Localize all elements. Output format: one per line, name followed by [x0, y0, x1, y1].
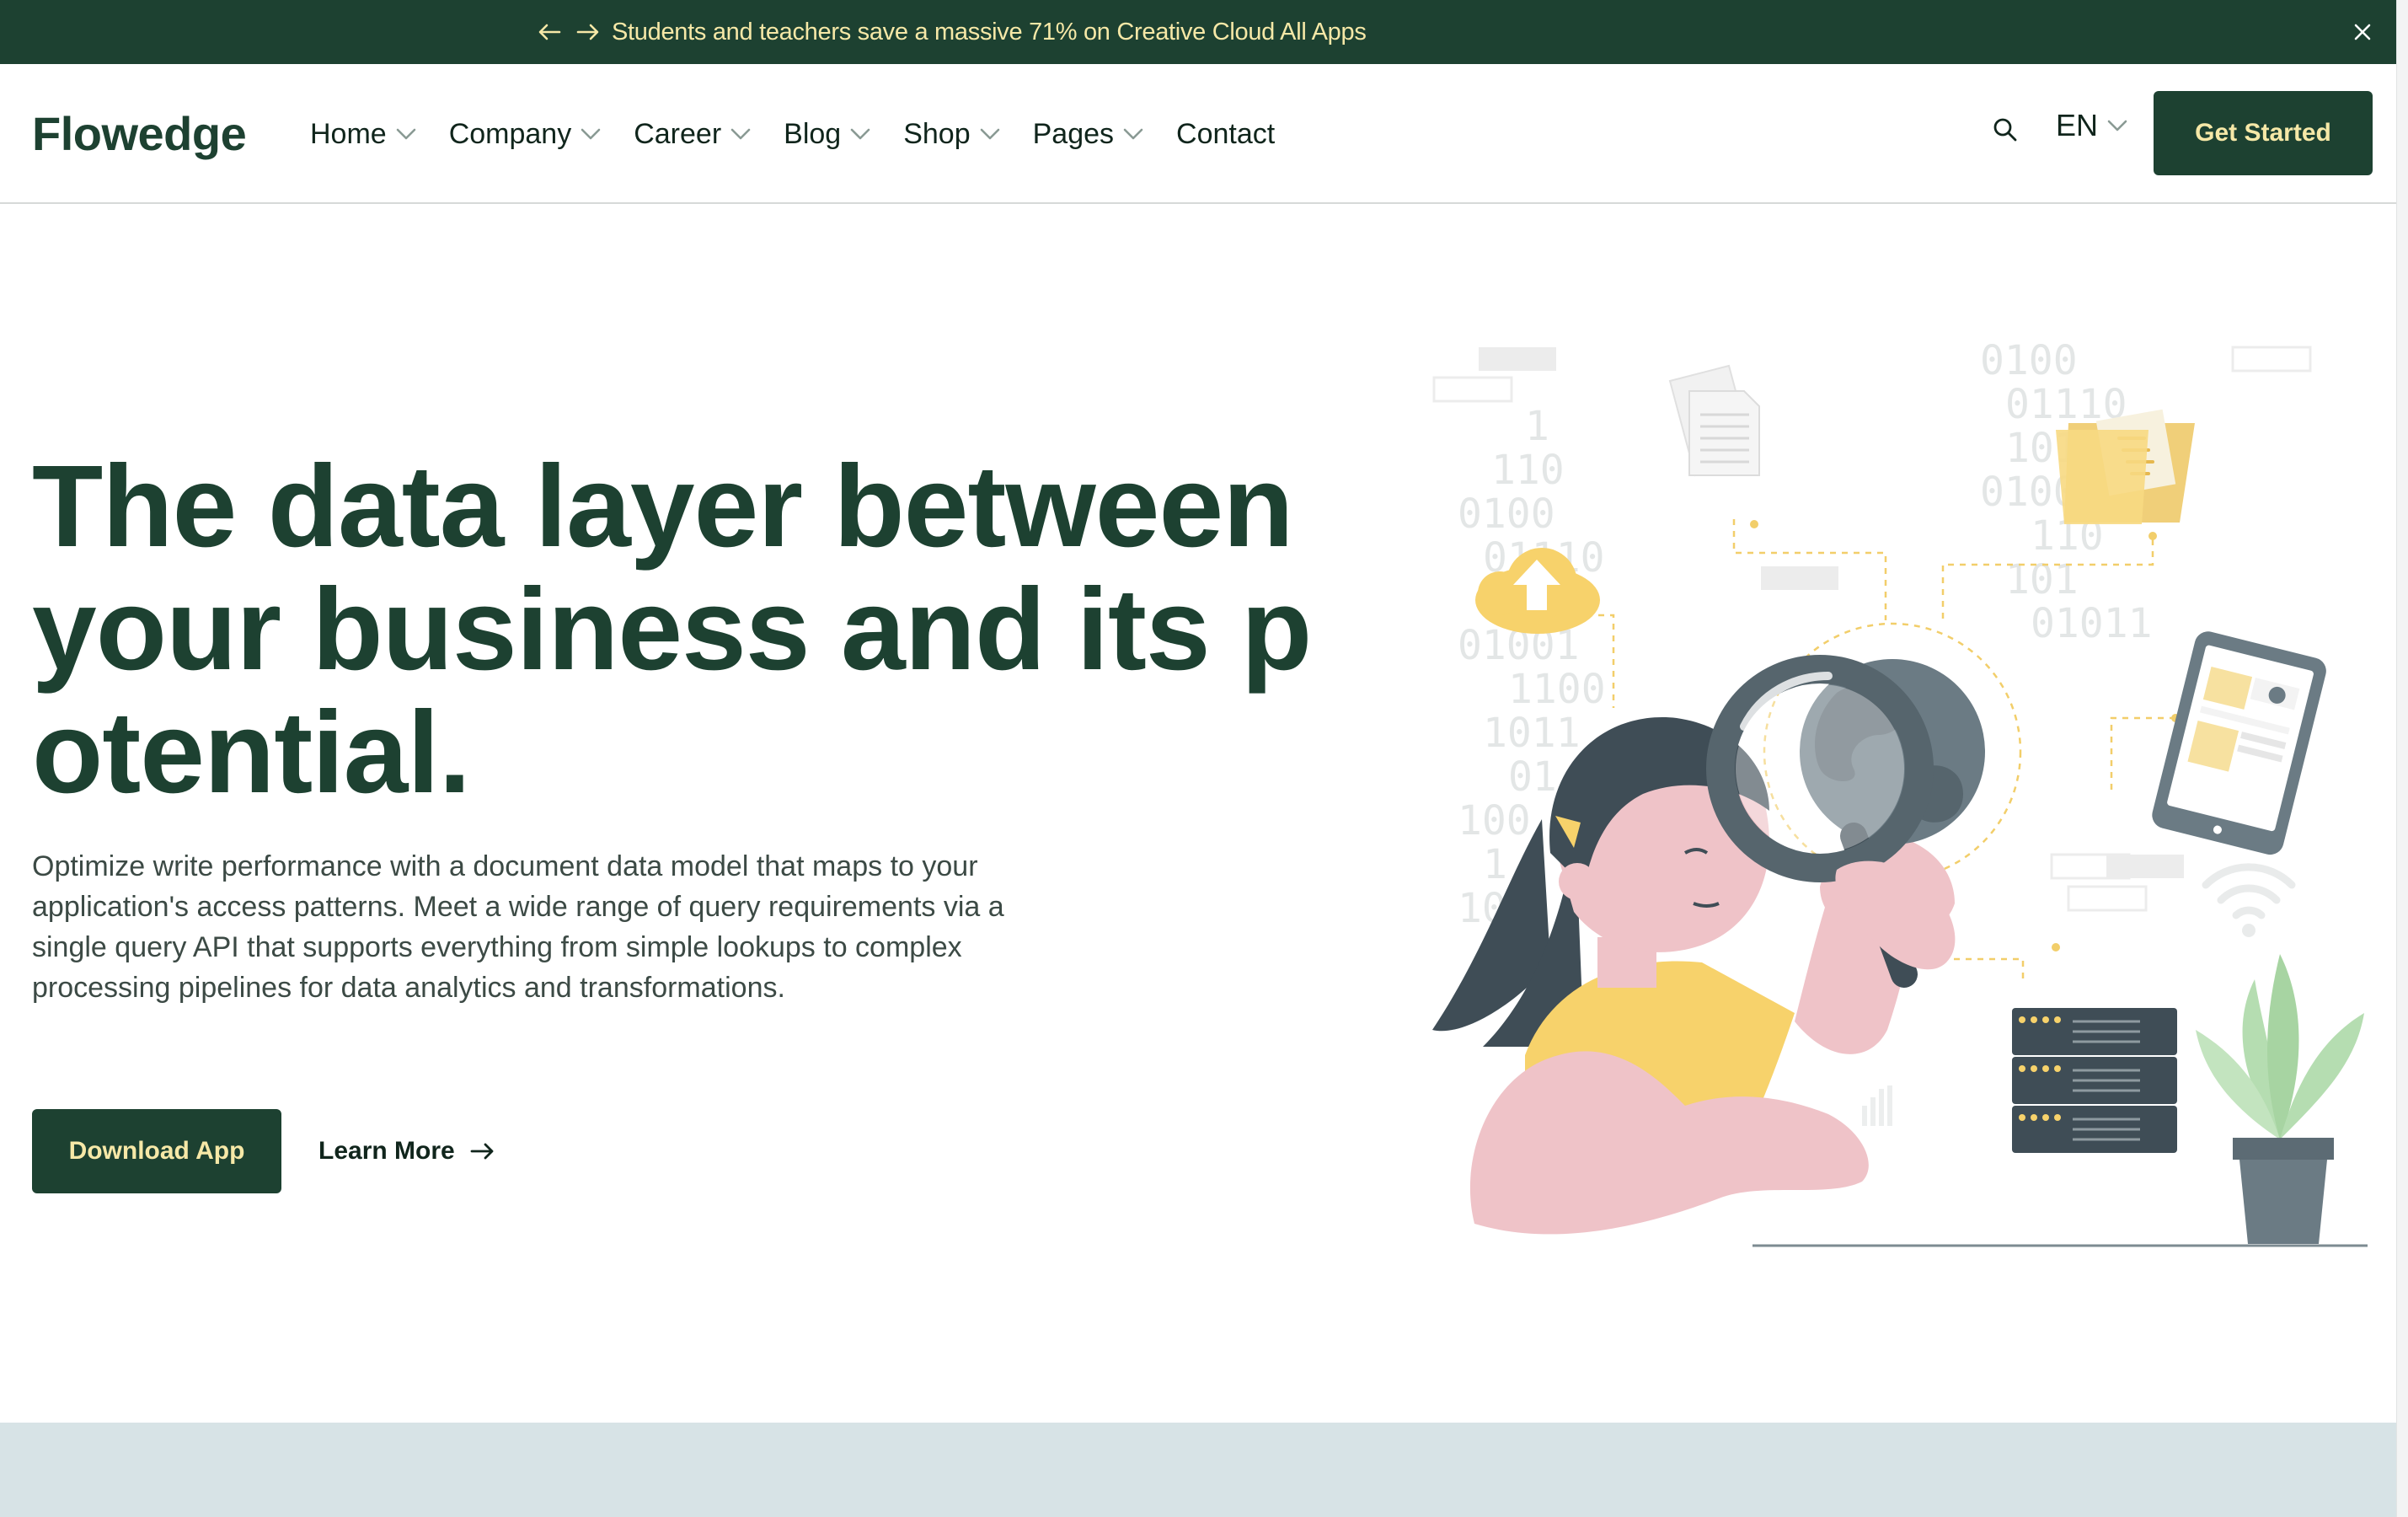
nav-item-label: Pages [1032, 117, 1115, 150]
chevron-down-icon [730, 127, 752, 141]
learn-more-label: Learn More [318, 1137, 455, 1165]
search-icon[interactable] [1988, 113, 2022, 147]
hero-description: Optimize write performance with a docume… [32, 850, 1004, 1004]
svg-text:1011: 1011 [1483, 710, 1581, 757]
main-nav: Home Company Career Blog Shop Pages Cont… [310, 64, 1307, 204]
svg-text:0100: 0100 [1458, 490, 1555, 538]
nav-item-label: Career [634, 117, 722, 150]
hero-title: The data layer between your business and… [32, 442, 1312, 817]
chevron-down-icon [2106, 119, 2128, 132]
language-label: EN [2056, 108, 2099, 142]
scrollbar[interactable] [2396, 0, 2408, 1517]
nav-item-blog[interactable]: Blog [784, 118, 871, 151]
arrow-right-icon [470, 1141, 495, 1161]
nav-item-company[interactable]: Company [449, 118, 602, 151]
svg-text:0100: 0100 [1980, 337, 2078, 384]
svg-text:01: 01 [1508, 753, 1557, 801]
nav-item-home[interactable]: Home [310, 118, 417, 151]
nav-item-label: Contact [1176, 117, 1276, 150]
nav-item-shop[interactable]: Shop [903, 118, 1000, 151]
nav-item-label: Company [448, 117, 572, 150]
hero-illustration: 1 110 0100 01110 01001 1100 1011 01 100 … [1399, 330, 2384, 1308]
site-header: Flowedge Home Company Career Blog Shop P… [0, 64, 2408, 204]
svg-text:1: 1 [1483, 841, 1507, 888]
arrow-left-icon[interactable] [536, 15, 563, 49]
svg-text:01011: 01011 [2031, 600, 2153, 647]
svg-text:1: 1 [1525, 403, 1549, 450]
svg-text:1100: 1100 [1508, 666, 1606, 713]
get-started-button[interactable]: Get Started [2154, 91, 2373, 175]
language-selector[interactable]: EN [2056, 108, 2128, 143]
nav-item-label: Shop [903, 117, 971, 150]
nav-item-pages[interactable]: Pages [1033, 118, 1144, 151]
learn-more-link[interactable]: Learn More [318, 1129, 495, 1173]
nav-item-career[interactable]: Career [634, 118, 752, 151]
announcement-arrows [536, 15, 602, 49]
chevron-down-icon [1122, 127, 1144, 141]
chevron-down-icon [849, 127, 871, 141]
chevron-down-icon [580, 127, 602, 141]
announcement-message[interactable]: Students and teachers save a massive 71%… [612, 0, 1367, 64]
svg-text:110: 110 [1491, 447, 1565, 494]
nav-item-contact[interactable]: Contact [1176, 118, 1275, 151]
svg-text:101: 101 [2005, 556, 2079, 603]
logo[interactable]: Flowedge [32, 106, 247, 161]
next-section-band [0, 1423, 2408, 1517]
nav-item-label: Home [310, 117, 387, 150]
download-app-button[interactable]: Download App [32, 1109, 281, 1193]
chevron-down-icon [979, 127, 1001, 141]
chevron-down-icon [395, 127, 417, 141]
svg-text:100: 100 [1458, 797, 1531, 844]
close-icon[interactable] [2346, 15, 2379, 49]
arrow-right-icon[interactable] [575, 15, 602, 49]
nav-item-label: Blog [784, 117, 842, 150]
announcement-bar: Students and teachers save a massive 71%… [0, 0, 2408, 64]
